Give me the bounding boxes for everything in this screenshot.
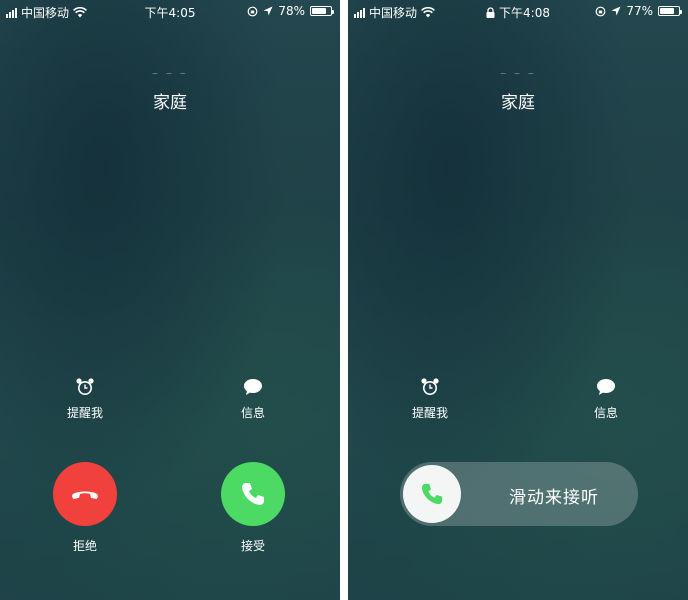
message-label: 信息 [593,406,618,420]
slide-to-answer-label: 滑动来接听 [509,488,599,508]
incoming-call-screen-unlocked: 中国移动 下午4:05 78% – – – 家庭 提醒我 信息 拒绝 接受 [0,0,340,600]
battery-icon [310,6,334,16]
orientation-lock-icon [595,6,606,16]
battery-icon [658,6,682,16]
message-bubble-icon [597,379,615,395]
accept-label: 接受 [240,539,265,553]
alarm-clock-icon [421,378,439,395]
caller-number: – – – [152,66,188,80]
battery-percent: 78% [278,4,305,18]
remind-me-button[interactable]: 提醒我 [45,376,125,421]
incoming-call-screen-locked: 中国移动 下午4:08 77% – – – 家庭 提醒我 信息 滑动来接听 [348,0,688,600]
clock-label: 下午4:08 [499,6,550,20]
lock-icon [486,7,495,18]
phone-icon [421,483,443,505]
clock-label: 下午4:05 [144,6,196,20]
accept-button[interactable] [221,462,285,526]
remind-me-label: 提醒我 [411,406,448,420]
message-button[interactable]: 信息 [566,376,646,421]
caller-name: 家庭 [501,93,535,113]
battery-percent: 77% [626,4,653,18]
decline-label: 拒绝 [72,539,97,553]
caller-number: – – – [500,66,536,80]
phone-icon [242,483,264,505]
message-label: 信息 [240,406,265,420]
location-arrow-icon [263,6,273,16]
orientation-lock-icon [247,6,258,16]
status-bar: 中国移动 下午4:08 77% [348,0,688,22]
caller-name: 家庭 [153,93,187,113]
message-button[interactable]: 信息 [213,376,293,421]
slide-to-answer-knob[interactable] [403,465,461,523]
location-arrow-icon [611,6,621,16]
alarm-clock-icon [76,378,94,395]
slide-to-answer-track[interactable]: 滑动来接听 [400,462,638,526]
remind-me-button[interactable]: 提醒我 [390,376,470,421]
status-bar: 中国移动 下午4:05 78% [0,0,340,22]
message-bubble-icon [244,379,262,395]
phone-hangup-icon [72,491,98,499]
decline-button[interactable] [53,462,117,526]
remind-me-label: 提醒我 [66,406,103,420]
